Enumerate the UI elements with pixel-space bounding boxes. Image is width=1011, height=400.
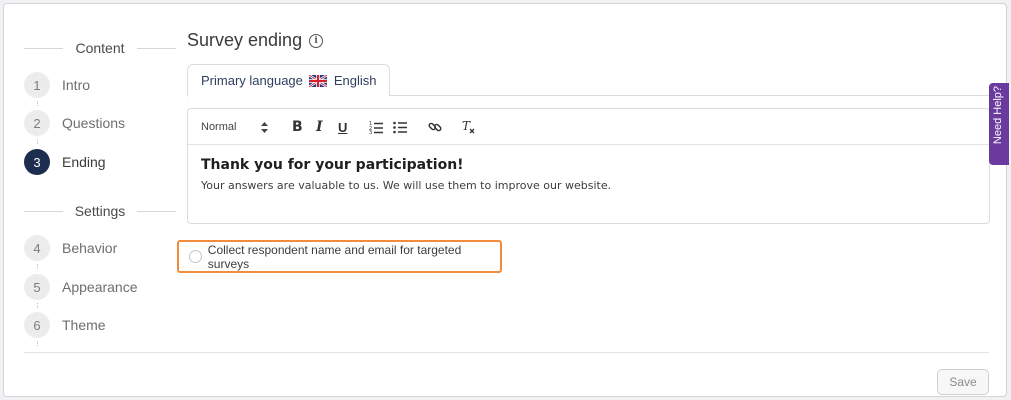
step-number: 5 <box>24 274 50 300</box>
step-questions[interactable]: 2 Questions <box>24 110 125 136</box>
step-behavior[interactable]: 4 Behavior <box>24 235 117 261</box>
settings-header-label: Settings <box>74 203 126 219</box>
italic-button[interactable]: I <box>316 109 323 145</box>
svg-text:3: 3 <box>369 130 372 134</box>
svg-text:T: T <box>462 120 471 133</box>
link-icon[interactable] <box>428 109 442 145</box>
editor-content[interactable]: Thank you for your participation! Your a… <box>188 145 989 204</box>
step-theme[interactable]: 6 Theme <box>24 312 106 338</box>
app-frame: Content 1 Intro 2 Questions 3 Ending Set… <box>3 3 1007 397</box>
step-appearance[interactable]: 5 Appearance <box>24 274 138 300</box>
step-intro[interactable]: 1 Intro <box>24 72 90 98</box>
ending-body-text: Your answers are valuable to us. We will… <box>201 179 612 192</box>
step-connector <box>37 341 38 346</box>
save-button[interactable]: Save <box>937 369 989 395</box>
bullet-list-icon[interactable] <box>393 109 407 145</box>
collect-respondent-option[interactable]: Collect respondent name and email for ta… <box>177 240 502 273</box>
format-select-arrows-icon[interactable] <box>261 109 268 145</box>
step-connector <box>37 101 38 106</box>
step-number: 3 <box>24 149 50 175</box>
step-number: 4 <box>24 235 50 261</box>
step-number: 6 <box>24 312 50 338</box>
step-connector <box>37 264 38 269</box>
underline-button[interactable]: U <box>338 109 347 145</box>
step-ending[interactable]: 3 Ending <box>24 149 106 175</box>
step-label: Intro <box>62 77 91 93</box>
editor-toolbar: Normal B I U 123 T <box>188 109 989 145</box>
tab-prefix-label: Primary language <box>201 73 303 88</box>
need-help-tab[interactable]: Need Help? <box>989 83 1009 165</box>
format-select[interactable]: Normal <box>201 109 236 145</box>
info-icon[interactable]: i <box>309 33 324 48</box>
step-number: 2 <box>24 110 50 136</box>
bold-button[interactable]: B <box>292 109 303 145</box>
step-connector <box>37 139 38 144</box>
clear-format-icon[interactable]: T <box>462 109 476 145</box>
settings-section-header: Settings <box>24 201 176 221</box>
uk-flag-icon <box>308 74 327 87</box>
steps-nav: Content 1 Intro 2 Questions 3 Ending Set… <box>4 4 179 354</box>
tab-primary-language[interactable]: Primary language English <box>187 64 390 97</box>
step-connector <box>37 303 38 308</box>
step-label: Theme <box>62 317 106 333</box>
divider <box>24 210 63 212</box>
content-section-header: Content <box>24 38 177 58</box>
language-tabs: Primary language English <box>187 64 990 97</box>
tab-language-label: English <box>333 73 377 88</box>
ordered-list-icon[interactable]: 123 <box>369 109 383 145</box>
divider <box>136 47 177 49</box>
step-label: Appearance <box>62 279 138 295</box>
step-label: Questions <box>62 115 126 131</box>
collect-respondent-radio[interactable] <box>189 250 202 263</box>
ending-heading: Thank you for your participation! <box>201 157 464 173</box>
divider <box>24 47 64 49</box>
step-number: 1 <box>24 72 50 98</box>
divider <box>137 210 176 212</box>
collect-respondent-label: Collect respondent name and email for ta… <box>207 242 462 271</box>
footer-divider <box>24 352 989 353</box>
content-header-label: Content <box>75 40 125 56</box>
step-label: Behavior <box>62 240 118 256</box>
need-help-label: Need Help? <box>992 86 1004 145</box>
page-title: Survey ending i <box>187 30 324 51</box>
rich-text-editor: Normal B I U 123 T Thank you for your pa… <box>187 108 990 224</box>
step-label: Ending <box>62 154 106 170</box>
page-title-text: Survey ending <box>187 30 303 50</box>
